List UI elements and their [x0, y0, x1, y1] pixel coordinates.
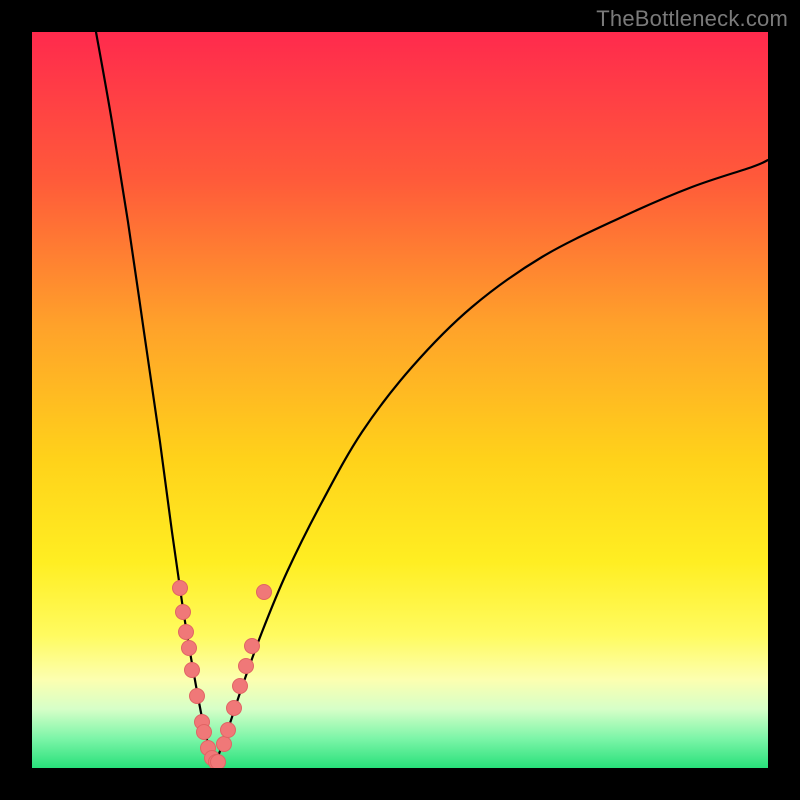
data-point — [239, 659, 254, 674]
data-point — [221, 723, 236, 738]
data-point — [185, 663, 200, 678]
data-point — [245, 639, 260, 654]
plot-area — [32, 32, 768, 768]
data-point — [217, 737, 232, 752]
data-point — [176, 605, 191, 620]
data-point — [233, 679, 248, 694]
data-point — [182, 641, 197, 656]
data-point — [173, 581, 188, 596]
data-point — [179, 625, 194, 640]
data-point — [211, 755, 226, 769]
data-point — [257, 585, 272, 600]
data-point — [227, 701, 242, 716]
watermark-text: TheBottleneck.com — [596, 6, 788, 32]
data-point — [197, 725, 212, 740]
curve-layer — [32, 32, 768, 768]
scatter-points — [173, 581, 272, 769]
curve-right-branch — [214, 160, 768, 767]
curve-left-branch — [96, 32, 214, 767]
data-point — [190, 689, 205, 704]
chart-frame: TheBottleneck.com — [0, 0, 800, 800]
